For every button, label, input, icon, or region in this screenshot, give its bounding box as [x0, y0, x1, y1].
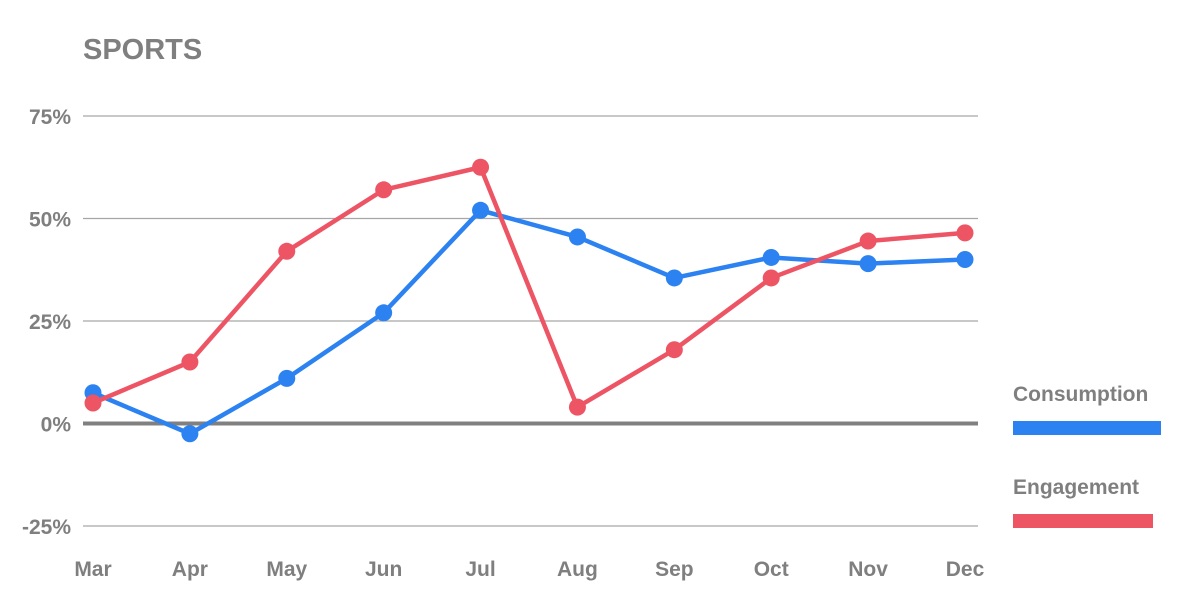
- engagement-point: [859, 232, 877, 250]
- y-tick-label: 25%: [29, 311, 71, 334]
- legend-label-engagement: Engagement: [1013, 476, 1139, 499]
- engagement-point: [181, 353, 199, 371]
- x-tick-label: Nov: [848, 558, 888, 581]
- engagement-point: [84, 394, 102, 412]
- x-tick-label: Sep: [655, 558, 694, 581]
- y-tick-label: 0%: [41, 414, 72, 437]
- x-tick-label: Apr: [172, 558, 208, 581]
- engagement-line: [90, 165, 968, 410]
- x-tick-label: May: [266, 558, 307, 581]
- legend-swatch-engagement: [1013, 514, 1153, 528]
- y-tick-label: 75%: [29, 106, 71, 129]
- x-tick-label: Mar: [74, 558, 111, 581]
- x-tick-label: Oct: [754, 558, 789, 581]
- engagement-point: [665, 341, 683, 359]
- consumption-point: [375, 304, 393, 322]
- engagement-point: [375, 181, 393, 199]
- series-consumption: [84, 201, 974, 443]
- x-tick-label: Jul: [465, 558, 495, 581]
- y-axis-ticks: 75% 50% 25% 0% -25%: [22, 106, 71, 539]
- engagement-point: [472, 158, 490, 176]
- x-axis-ticks: Mar Apr May Jun Jul Aug Sep Oct Nov Dec: [74, 558, 984, 581]
- x-tick-label: Aug: [557, 558, 598, 581]
- consumption-point: [956, 251, 974, 268]
- consumption-point: [278, 369, 296, 387]
- consumption-point: [665, 269, 683, 287]
- legend-swatch-consumption: [1013, 421, 1161, 435]
- chart-title: SPORTS: [83, 34, 202, 66]
- x-tick-label: Dec: [946, 558, 985, 581]
- engagement-point: [278, 242, 296, 260]
- engagement-point: [956, 224, 974, 242]
- engagement-point: [762, 269, 780, 287]
- line-chart: SPORTS 75% 50% 25% 0% -25% Mar Apr May Jun Jul Au…: [22, 34, 1161, 581]
- x-tick-label: Jun: [365, 558, 402, 581]
- grid-lines: [83, 115, 978, 527]
- y-tick-label: 50%: [29, 209, 71, 232]
- consumption-point: [181, 425, 199, 443]
- series-group: [84, 158, 974, 443]
- consumption-point: [762, 248, 780, 266]
- consumption-point: [568, 228, 586, 246]
- engagement-point: [568, 398, 586, 416]
- consumption-point: [472, 201, 490, 219]
- y-tick-label: -25%: [22, 516, 71, 539]
- consumption-point: [859, 255, 877, 273]
- legend-label-consumption: Consumption: [1013, 383, 1148, 406]
- legend: Consumption Engagement: [1013, 383, 1161, 528]
- series-engagement: [84, 158, 974, 416]
